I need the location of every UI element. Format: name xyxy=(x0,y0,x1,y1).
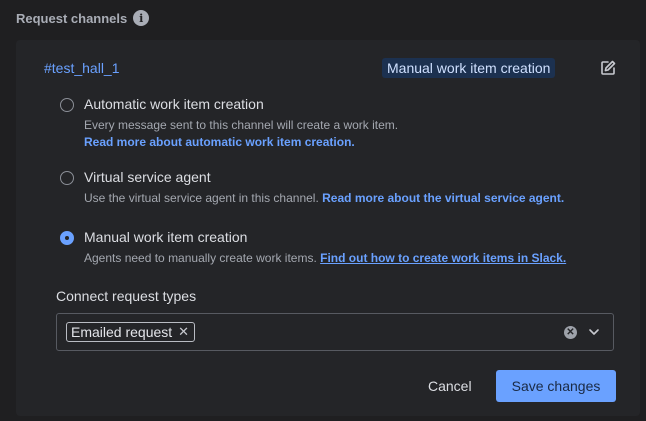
edit-icon[interactable] xyxy=(599,59,617,77)
option-label: Virtual service agent xyxy=(84,169,211,185)
read-more-virtual-agent-link[interactable]: Read more about the virtual service agen… xyxy=(322,191,564,205)
option-description: Agents need to manually create work item… xyxy=(84,251,317,265)
section-title: Request channels xyxy=(16,10,128,26)
option-description: Use the virtual service agent in this ch… xyxy=(84,191,319,205)
request-types-select[interactable]: Emailed request ✕ ✕ xyxy=(56,313,614,351)
connect-request-types-label: Connect request types xyxy=(56,288,197,304)
create-work-items-link[interactable]: Find out how to create work items in Sla… xyxy=(320,251,566,265)
channel-card: #test_hall_1 Manual work item creation A… xyxy=(16,40,640,416)
cancel-button[interactable]: Cancel xyxy=(418,370,482,402)
mode-badge: Manual work item creation xyxy=(382,58,556,78)
option-description-row: Use the virtual service agent in this ch… xyxy=(84,191,564,205)
channel-name: #test_hall_1 xyxy=(44,60,120,76)
radio-manual[interactable] xyxy=(60,231,74,245)
save-changes-button[interactable]: Save changes xyxy=(496,370,616,402)
read-more-automatic-link[interactable]: Read more about automatic work item crea… xyxy=(84,135,355,149)
request-type-tag: Emailed request ✕ xyxy=(66,322,196,342)
option-label: Automatic work item creation xyxy=(84,96,264,112)
tag-label: Emailed request xyxy=(71,324,173,340)
radio-virtual-agent[interactable] xyxy=(60,171,74,185)
close-icon[interactable]: ✕ xyxy=(178,324,189,340)
info-icon[interactable]: i xyxy=(133,10,150,26)
chevron-down-icon[interactable] xyxy=(587,325,601,339)
clear-icon[interactable]: ✕ xyxy=(564,326,577,339)
option-description-row: Agents need to manually create work item… xyxy=(84,251,566,265)
option-description: Every message sent to this channel will … xyxy=(84,118,399,132)
radio-automatic[interactable] xyxy=(60,98,74,112)
section-header: Request channels i xyxy=(16,10,150,26)
option-label: Manual work item creation xyxy=(84,229,248,245)
